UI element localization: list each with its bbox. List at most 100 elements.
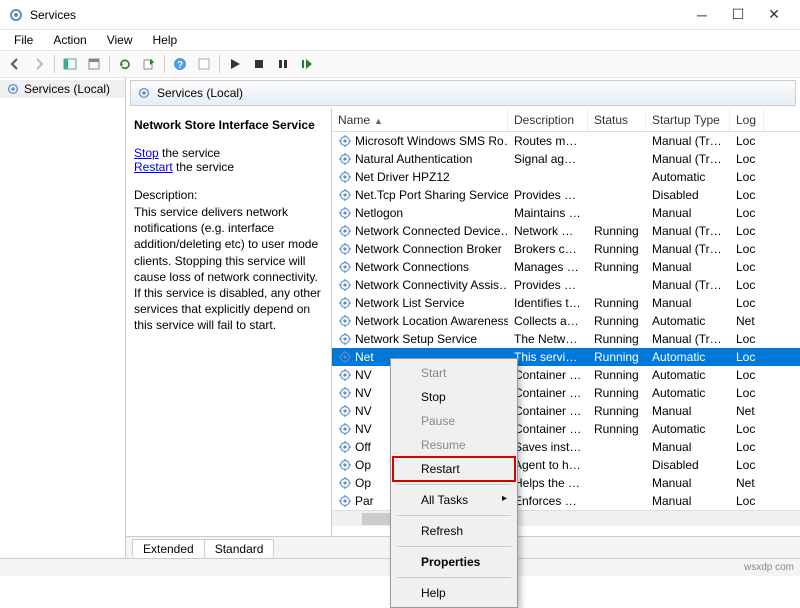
table-row[interactable]: Network Location AwarenessCollects an…Ru…: [332, 312, 800, 330]
refresh-button[interactable]: [114, 53, 136, 75]
description-label: Description:: [134, 188, 323, 202]
table-row[interactable]: Network Connected Device…Network Co…Runn…: [332, 222, 800, 240]
table-row[interactable]: NetlogonMaintains a …ManualLoc: [332, 204, 800, 222]
table-row[interactable]: Net Driver HPZ12AutomaticLoc: [332, 168, 800, 186]
service-startup: Automatic: [646, 349, 730, 365]
gear-icon: [338, 260, 352, 274]
column-startup-type[interactable]: Startup Type: [646, 109, 730, 131]
tree-root-services-local[interactable]: Services (Local): [0, 80, 125, 98]
context-menu-stop[interactable]: Stop: [393, 385, 515, 409]
export-button[interactable]: [138, 53, 160, 75]
stop-service-button[interactable]: [248, 53, 270, 75]
help-button[interactable]: ?: [169, 53, 191, 75]
table-row[interactable]: Network List ServiceIdentifies th…Runnin…: [332, 294, 800, 312]
maximize-button[interactable]: ☐: [720, 1, 756, 29]
service-logon: Loc: [730, 295, 764, 311]
service-desc: Container s…: [508, 421, 588, 437]
column-name[interactable]: Name▲: [332, 109, 508, 131]
service-startup: Manual (Trig…: [646, 151, 730, 167]
service-status: [588, 212, 646, 214]
service-logon: Loc: [730, 205, 764, 221]
service-desc: Saves install…: [508, 439, 588, 455]
service-name: Network Location Awareness: [355, 314, 508, 328]
service-desc: Brokers con…: [508, 241, 588, 257]
table-row[interactable]: Network ConnectionsManages o…RunningManu…: [332, 258, 800, 276]
service-startup: Disabled: [646, 457, 730, 473]
table-row[interactable]: Network Connection BrokerBrokers con…Run…: [332, 240, 800, 258]
properties-button[interactable]: [83, 53, 105, 75]
service-startup: Disabled: [646, 187, 730, 203]
service-logon: Net: [730, 475, 764, 491]
pause-service-button[interactable]: [272, 53, 294, 75]
service-status: Running: [588, 367, 646, 383]
close-button[interactable]: ✕: [756, 1, 792, 29]
service-name: Network Connection Broker: [355, 242, 502, 256]
gear-icon: [338, 494, 352, 508]
service-status: [588, 158, 646, 160]
context-menu-help[interactable]: Help: [393, 581, 515, 605]
stop-service-line: Stop the service: [134, 146, 323, 160]
menu-action[interactable]: Action: [45, 31, 94, 49]
stop-link[interactable]: Stop: [134, 146, 159, 160]
service-logon: Loc: [730, 421, 764, 437]
service-status: [588, 140, 646, 142]
table-row[interactable]: Network Connectivity Assis…Provides Dir……: [332, 276, 800, 294]
gear-icon: [338, 242, 352, 256]
context-menu-refresh[interactable]: Refresh: [393, 519, 515, 543]
service-desc: Routes mes…: [508, 133, 588, 149]
service-logon: Loc: [730, 241, 764, 257]
menu-view[interactable]: View: [99, 31, 141, 49]
minimize-button[interactable]: ─: [684, 1, 720, 29]
start-service-button[interactable]: [224, 53, 246, 75]
service-desc: [508, 176, 588, 178]
show-hide-tree-button[interactable]: [59, 53, 81, 75]
service-startup: Manual (Trig…: [646, 223, 730, 239]
service-startup: Automatic: [646, 367, 730, 383]
restart-service-button[interactable]: [296, 53, 318, 75]
service-name: Net: [355, 350, 374, 364]
menu-help[interactable]: Help: [145, 31, 186, 49]
service-logon: Loc: [730, 259, 764, 275]
description-text: This service delivers network notificati…: [134, 204, 323, 334]
forward-button[interactable]: [28, 53, 50, 75]
table-row[interactable]: Network Setup ServiceThe Networ…RunningM…: [332, 330, 800, 348]
service-status: Running: [588, 295, 646, 311]
right-pane-header: Services (Local): [130, 80, 796, 106]
restart-link[interactable]: Restart: [134, 160, 173, 174]
context-menu-restart[interactable]: Restart: [393, 457, 515, 481]
back-button[interactable]: [4, 53, 26, 75]
service-logon: Loc: [730, 169, 764, 185]
service-logon: Loc: [730, 151, 764, 167]
service-desc: This service …: [508, 349, 588, 365]
service-name: Op: [355, 458, 371, 472]
service-desc: Agent to ho…: [508, 457, 588, 473]
column-description[interactable]: Description: [508, 109, 588, 131]
service-logon: Loc: [730, 277, 764, 293]
detail-pane: Network Store Interface Service Stop the…: [126, 108, 332, 536]
service-startup: Manual (Trig…: [646, 331, 730, 347]
table-row[interactable]: Natural AuthenticationSignal aggr…Manual…: [332, 150, 800, 168]
table-row[interactable]: Net.Tcp Port Sharing ServiceProvides abi…: [332, 186, 800, 204]
tab-extended[interactable]: Extended: [132, 539, 205, 558]
service-desc: Network Co…: [508, 223, 588, 239]
context-menu-pause: Pause: [393, 409, 515, 433]
context-menu-properties[interactable]: Properties: [393, 550, 515, 574]
gear-icon: [338, 224, 352, 238]
help2-button[interactable]: [193, 53, 215, 75]
table-row[interactable]: Microsoft Windows SMS Ro…Routes mes…Manu…: [332, 132, 800, 150]
context-menu-all-tasks[interactable]: All Tasks: [393, 488, 515, 512]
service-logon: Loc: [730, 223, 764, 239]
service-desc: Provides Dir…: [508, 277, 588, 293]
tab-standard[interactable]: Standard: [204, 539, 275, 558]
menu-file[interactable]: File: [6, 31, 41, 49]
gear-icon: [338, 206, 352, 220]
service-name: Off: [355, 440, 371, 454]
gear-icon: [338, 386, 352, 400]
column-status[interactable]: Status: [588, 109, 646, 131]
service-status: [588, 176, 646, 178]
gear-icon: [338, 278, 352, 292]
service-status: [588, 464, 646, 466]
gear-icon: [338, 350, 352, 364]
service-startup: Manual (Trig…: [646, 133, 730, 149]
column-logon[interactable]: Log: [730, 109, 764, 131]
